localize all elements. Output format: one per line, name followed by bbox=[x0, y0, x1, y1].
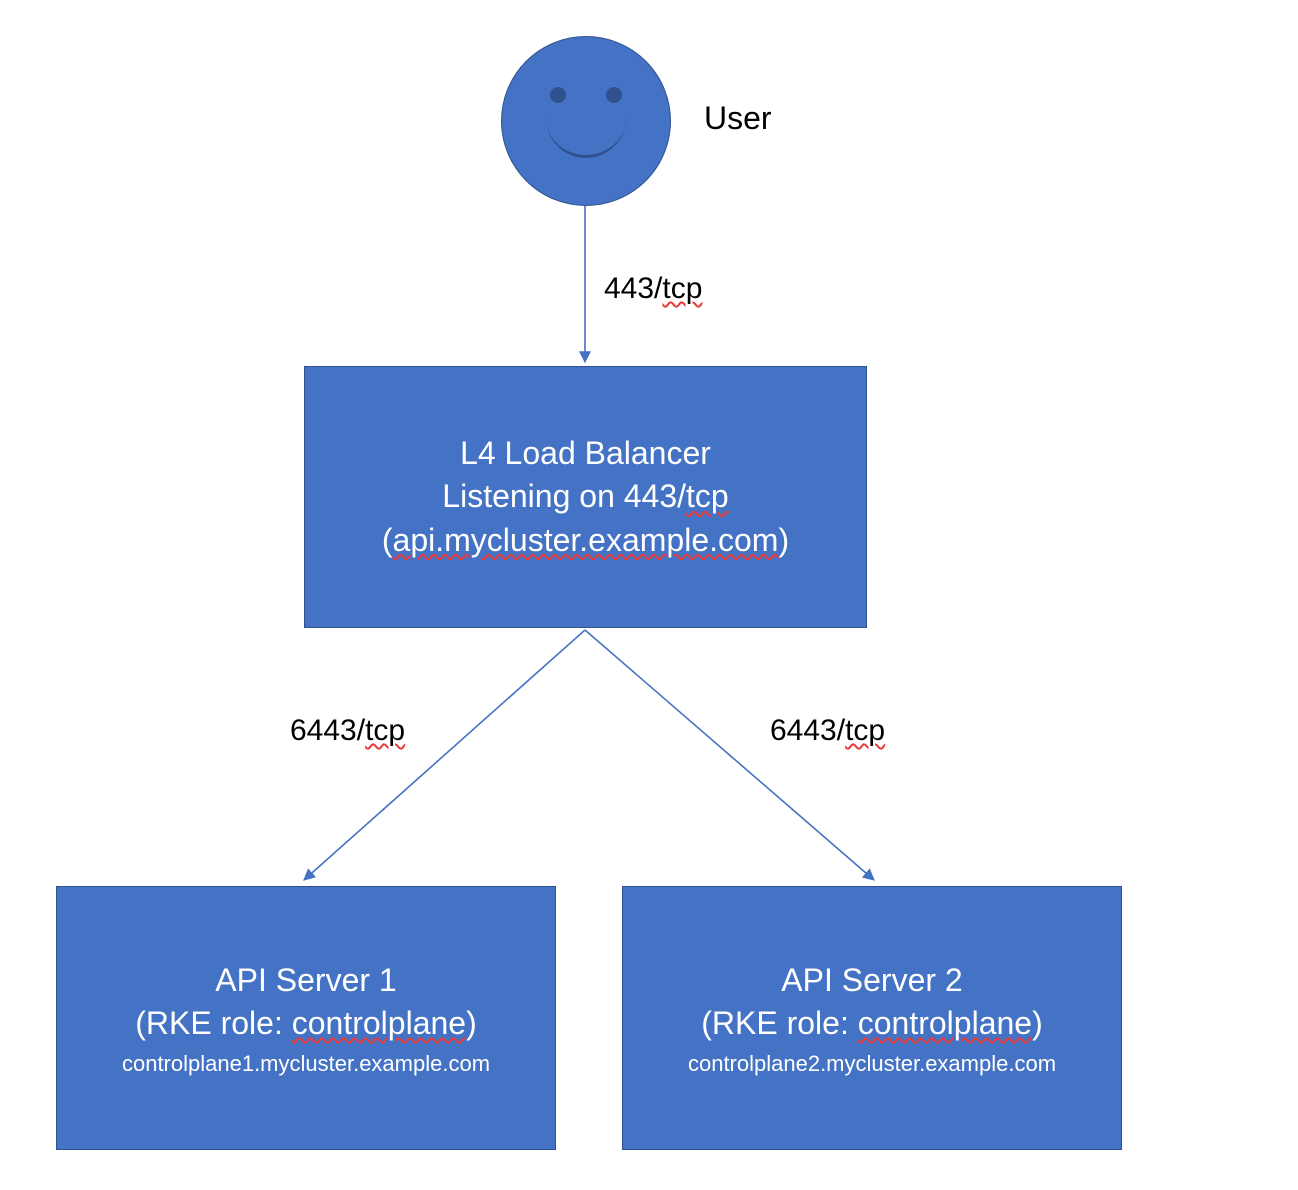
api1-title: API Server 1 bbox=[215, 959, 396, 1002]
api2-host: controlplane2.mycluster.example.com bbox=[688, 1051, 1056, 1077]
api1-role: (RKE role: controlplane) bbox=[135, 1002, 476, 1045]
load-balancer-node: L4 Load Balancer Listening on 443/tcp (a… bbox=[304, 366, 867, 628]
edge-label-user-lb: 443/tcp bbox=[604, 272, 702, 306]
api2-role: (RKE role: controlplane) bbox=[701, 1002, 1042, 1045]
smile-icon bbox=[546, 115, 626, 158]
eye-icon bbox=[606, 87, 622, 103]
lb-line1: L4 Load Balancer bbox=[460, 432, 711, 475]
lb-line3: (api.mycluster.example.com) bbox=[382, 519, 789, 562]
user-label: User bbox=[704, 100, 772, 137]
lb-line2: Listening on 443/tcp bbox=[442, 475, 728, 518]
edge-label-lb-api1: 6443/tcp bbox=[290, 714, 405, 748]
api-server-2-node: API Server 2 (RKE role: controlplane) co… bbox=[622, 886, 1122, 1150]
api2-title: API Server 2 bbox=[781, 959, 962, 1002]
eye-icon bbox=[550, 87, 566, 103]
user-icon bbox=[501, 36, 671, 206]
api-server-1-node: API Server 1 (RKE role: controlplane) co… bbox=[56, 886, 556, 1150]
api1-host: controlplane1.mycluster.example.com bbox=[122, 1051, 490, 1077]
edge-label-lb-api2: 6443/tcp bbox=[770, 714, 885, 748]
